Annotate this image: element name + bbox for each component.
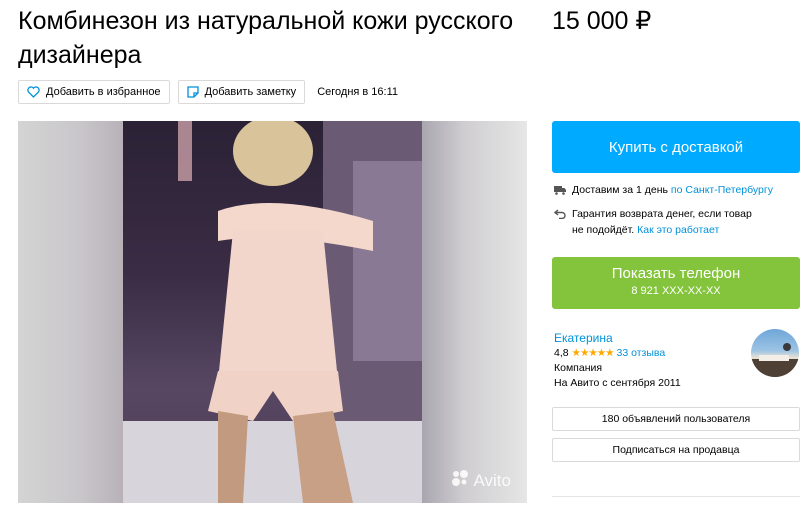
photo-blur-right xyxy=(422,121,527,503)
seller-name-link[interactable]: Екатерина xyxy=(554,330,681,346)
show-phone-button[interactable]: Показать телефон 8 921 XXX-XX-XX xyxy=(552,257,800,309)
guarantee-info: Гарантия возврата денег, если товар не п… xyxy=(553,206,752,238)
buy-with-delivery-button[interactable]: Купить с доставкой xyxy=(552,121,800,173)
heart-icon xyxy=(27,86,40,98)
listing-photo[interactable]: Avito xyxy=(18,121,527,503)
listing-actions: Добавить в избранное Добавить заметку Се… xyxy=(18,80,398,104)
delivery-text: Доставим за 1 день xyxy=(572,184,668,196)
masked-phone-number: 8 921 XXX-XX-XX xyxy=(631,285,721,297)
seller-listings-label: 180 объявлений пользователя xyxy=(601,413,751,425)
add-note-label: Добавить заметку xyxy=(204,86,297,98)
truck-icon xyxy=(554,182,566,200)
how-it-works-link[interactable]: Как это работает xyxy=(637,224,719,236)
photo-illustration xyxy=(123,121,422,503)
seller-rating-row: 4,8 ★★★★★ 33 отзыва xyxy=(554,346,681,361)
seller-type: Компания xyxy=(554,362,603,374)
reviews-link[interactable]: 33 отзыва xyxy=(617,347,666,359)
avito-logo-icon xyxy=(450,468,470,493)
sidebar-divider xyxy=(552,496,800,497)
seller-since: На Авито с сентября 2011 xyxy=(554,377,681,389)
seller-listings-button[interactable]: 180 объявлений пользователя xyxy=(552,407,800,431)
photo-main xyxy=(123,121,422,503)
avito-watermark-text: Avito xyxy=(473,470,512,490)
publish-date: Сегодня в 16:11 xyxy=(317,86,399,98)
photo-blur-left xyxy=(18,121,123,503)
listing-title: Комбинезон из натуральной кожи русского … xyxy=(18,7,514,69)
seller-avatar[interactable] xyxy=(751,329,799,377)
subscribe-seller-button[interactable]: Подписаться на продавца xyxy=(552,438,800,462)
rating-stars-icon: ★★★★★ xyxy=(571,347,615,359)
show-phone-label: Показать телефон xyxy=(611,265,741,282)
guarantee-text-2: не подойдёт. xyxy=(572,224,635,236)
buy-with-delivery-label: Купить с доставкой xyxy=(608,138,744,156)
seller-rating: 4,8 xyxy=(554,347,569,359)
listing-price: 15 000 ₽ xyxy=(552,7,652,35)
delivery-city-link[interactable]: по Санкт-Петербургу xyxy=(671,184,773,196)
subscribe-seller-label: Подписаться на продавца xyxy=(612,444,740,456)
add-note-button[interactable]: Добавить заметку xyxy=(177,80,306,104)
avito-watermark: Avito xyxy=(450,468,512,493)
add-to-favorites-label: Добавить в избранное xyxy=(46,86,161,98)
delivery-info: Доставим за 1 день по Санкт-Петербургу xyxy=(554,182,773,200)
return-icon xyxy=(553,206,566,238)
avatar-image xyxy=(751,343,799,377)
note-icon xyxy=(186,86,199,98)
add-to-favorites-button[interactable]: Добавить в избранное xyxy=(18,80,170,104)
guarantee-text-1: Гарантия возврата денег, если товар xyxy=(572,208,752,220)
seller-info: Екатерина 4,8 ★★★★★ 33 отзыва Компания Н… xyxy=(554,330,681,391)
